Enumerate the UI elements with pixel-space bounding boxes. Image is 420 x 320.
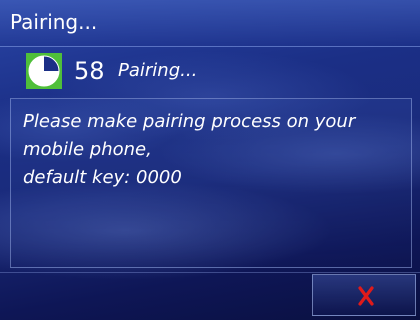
message-panel: Please make pairing process on your mobi… xyxy=(10,98,412,268)
close-icon xyxy=(357,285,375,307)
message-line: Please make pairing process on your xyxy=(23,111,356,132)
bottom-divider xyxy=(0,272,420,273)
cancel-button[interactable] xyxy=(312,274,416,316)
message-line: default key: 0000 xyxy=(23,167,182,188)
title-bar: Pairing... xyxy=(0,0,420,47)
clock-icon xyxy=(26,53,62,89)
pairing-status-row: 58 Pairing... xyxy=(0,47,420,93)
pairing-status-text: Pairing... xyxy=(118,60,198,81)
dialog-title: Pairing... xyxy=(10,10,98,34)
countdown-timer: 58 xyxy=(74,57,105,85)
message-line: mobile phone, xyxy=(23,139,152,160)
